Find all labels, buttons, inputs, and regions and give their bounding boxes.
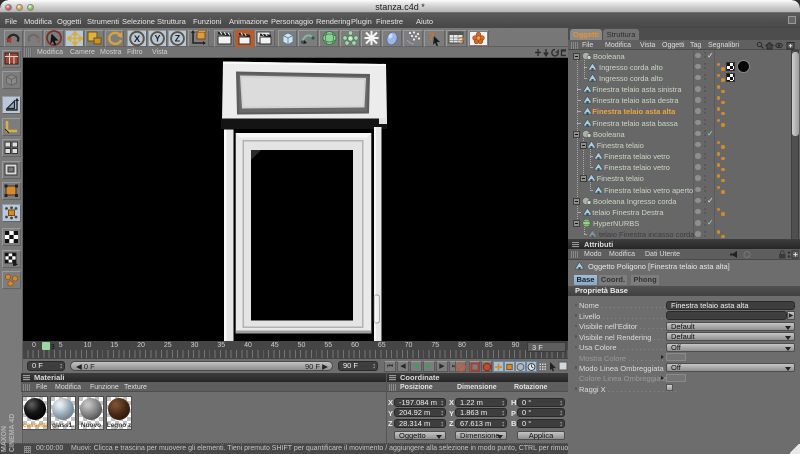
svg-text:Z: Z xyxy=(175,33,181,43)
svg-text:X: X xyxy=(134,34,141,45)
svg-text:Y: Y xyxy=(155,33,161,43)
svg-text:?: ? xyxy=(458,36,464,46)
